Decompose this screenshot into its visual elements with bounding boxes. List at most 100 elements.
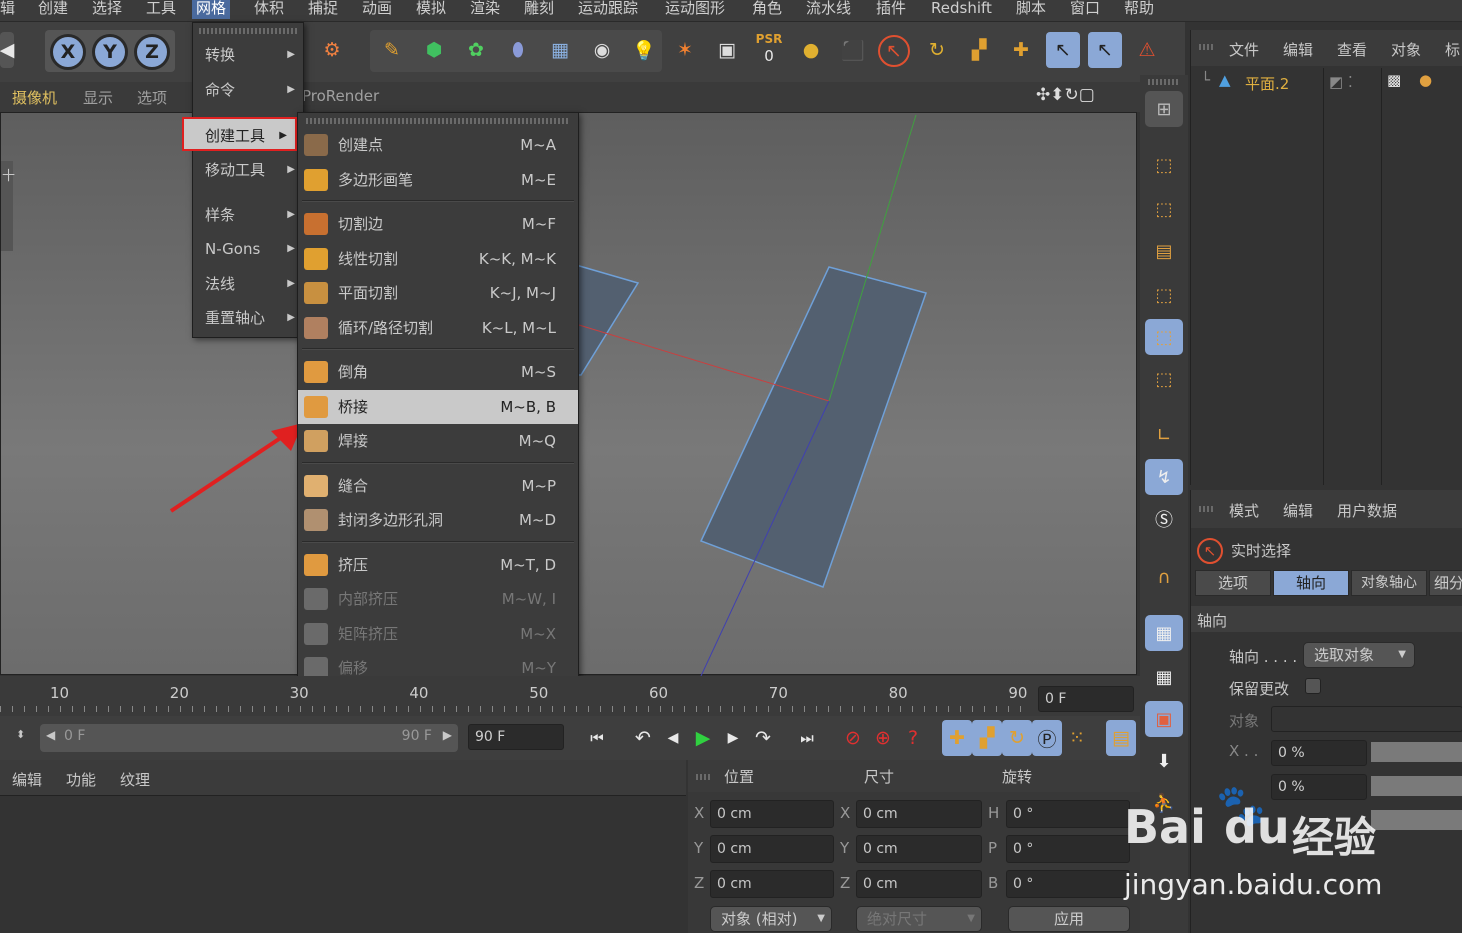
object-row[interactable]: └ ▲ 平面.2 ◩ ⁚ ▩ ● <box>1191 68 1462 98</box>
key-pla-icon[interactable]: ⁙ <box>1062 720 1092 756</box>
polygons-mode-icon[interactable]: ⬚ <box>1145 361 1183 397</box>
model-mode-icon[interactable]: ⬚ <box>1145 147 1183 183</box>
object-name[interactable]: 平面.2 <box>1245 73 1289 94</box>
om-menu-tags[interactable]: 标 <box>1445 39 1460 60</box>
deformer-icon[interactable]: ⬮ <box>501 32 535 68</box>
menu-select[interactable]: 选择 <box>92 0 122 19</box>
create-tool-0[interactable]: 创建点 M~A <box>298 128 578 162</box>
stepper-icon[interactable]: ⬍ <box>16 728 25 741</box>
tab-axis[interactable]: 轴向 <box>1273 570 1349 596</box>
create-tool-9[interactable]: 缝合 M~P <box>298 469 578 503</box>
menu-pipeline[interactable]: 流水线 <box>806 0 851 19</box>
figure-icon[interactable]: ⛹ <box>1145 785 1183 821</box>
render-settings-icon[interactable]: ⚙ <box>315 32 349 68</box>
om-menu-file[interactable]: 文件 <box>1229 39 1259 60</box>
timeline-window-icon[interactable]: ▣ <box>710 32 744 68</box>
mesh-menu-item-ngons[interactable]: N-Gons ▶ <box>193 232 303 266</box>
key-scale-icon[interactable]: ▞ <box>972 720 1002 756</box>
create-tool-7[interactable]: 桥接 M~B, B <box>298 389 578 424</box>
viewport-nav-icons[interactable]: ✣⬍↻▢ <box>1036 85 1095 105</box>
menu-animate[interactable]: 动画 <box>362 0 392 19</box>
tab-object-axis[interactable]: 对象轴心 <box>1351 570 1427 596</box>
solo-icon[interactable]: Ⓢ <box>1145 501 1183 537</box>
y-slider[interactable] <box>1371 776 1462 796</box>
attr-menu-edit[interactable]: 编辑 <box>1283 500 1313 521</box>
tag-icon[interactable]: ● <box>1419 71 1432 89</box>
key-position-icon[interactable]: ✚ <box>942 720 972 756</box>
key-rotation-icon[interactable]: ↻ <box>1002 720 1032 756</box>
rotation-field-2[interactable]: 0 ° <box>1006 870 1130 898</box>
z-axis-lock-icon[interactable]: Z <box>134 34 170 70</box>
create-tool-12[interactable]: 内部挤压 M~W, I <box>298 582 578 616</box>
viewport-menu-options[interactable]: 选项 <box>137 87 167 108</box>
live-select-icon[interactable]: ↖ <box>878 35 910 67</box>
tab-subdivision[interactable]: 细分 <box>1429 570 1462 596</box>
menu-snap[interactable]: 捕捉 <box>308 0 338 19</box>
menu-help[interactable]: 帮助 <box>1124 0 1154 19</box>
mesh-menu-item-move-tools[interactable]: 移动工具 ▶ <box>193 153 303 187</box>
rotation-field-1[interactable]: 0 ° <box>1006 835 1130 863</box>
mat-menu-texture[interactable]: 纹理 <box>120 769 150 790</box>
toolbar-collapse-icon[interactable]: ◀ <box>0 32 14 68</box>
mat-menu-function[interactable]: 功能 <box>66 769 96 790</box>
position-field-1[interactable]: 0 cm <box>710 835 834 863</box>
viewport-menu-display[interactable]: 显示 <box>83 87 113 108</box>
planar-workplane-icon[interactable]: ▦ <box>1145 659 1183 695</box>
mesh-menu-item-reset-axis[interactable]: 重置轴心 ▶ <box>193 301 303 335</box>
rotation-field-0[interactable]: 0 ° <box>1006 800 1130 828</box>
timeline-ruler[interactable]: 10 20 30 40 50 60 70 80 90 0 F <box>0 676 1140 716</box>
next-key-icon[interactable]: ↷ <box>748 720 778 756</box>
coord-size-dropdown[interactable]: 绝对尺寸 ▼ <box>856 906 982 932</box>
create-tool-3[interactable]: 线性切割 K~K, M~K <box>298 242 578 276</box>
menu-window[interactable]: 窗口 <box>1070 0 1100 19</box>
x-percent-field[interactable]: 0 % <box>1271 740 1367 766</box>
keyframe-selection-icon[interactable]: ? <box>898 720 928 756</box>
mesh-menu-item-convert[interactable]: 转换 ▶ <box>193 38 303 72</box>
menu-edit[interactable]: 辑 <box>0 0 15 19</box>
scale-icon[interactable]: ▞ <box>962 32 996 68</box>
coordinates-icon[interactable]: ● <box>794 32 828 68</box>
create-tool-13[interactable]: 矩阵挤压 M~X <box>298 617 578 651</box>
menu-simulate[interactable]: 模拟 <box>416 0 446 19</box>
create-tool-6[interactable]: 倒角 M~S <box>298 355 578 389</box>
move-icon[interactable]: ✚ <box>1004 32 1038 68</box>
current-frame-field[interactable]: 0 F <box>1038 686 1134 712</box>
x-axis-lock-icon[interactable]: X <box>50 34 86 70</box>
size-field-2[interactable]: 0 cm <box>856 870 982 898</box>
coord-mode-dropdown[interactable]: 对象 (相对) ▼ <box>710 906 832 932</box>
psr-reset-icon[interactable]: PSR 0 <box>752 30 786 66</box>
light-icon[interactable]: 💡 <box>627 32 661 68</box>
visibility-toggle-icon[interactable]: ◩ ⁚ <box>1329 73 1353 91</box>
material-tag-icon[interactable]: ▩ <box>1387 71 1401 89</box>
key-param-icon[interactable]: Ⓟ <box>1032 720 1062 756</box>
texture-mode-icon[interactable]: ⬚ <box>1145 191 1183 227</box>
create-tool-11[interactable]: 挤压 M~T, D <box>298 548 578 582</box>
create-tool-1[interactable]: 多边形画笔 M~E <box>298 163 578 197</box>
position-field-0[interactable]: 0 cm <box>710 800 834 828</box>
camera-icon[interactable]: ◉ <box>585 32 619 68</box>
viewport-menu-camera[interactable]: 摄像机 <box>12 87 57 108</box>
go-to-end-icon[interactable]: ⏭ <box>792 720 822 756</box>
om-menu-object[interactable]: 对象 <box>1391 39 1421 60</box>
edges-mode-icon[interactable]: ⬚ <box>1145 319 1183 355</box>
lock-workplane-icon[interactable]: ▦ <box>1145 615 1183 651</box>
create-tool-5[interactable]: 循环/路径切割 K~L, M~L <box>298 311 578 345</box>
record-icon[interactable]: ⊘ <box>838 720 868 756</box>
end-frame-field[interactable]: 90 F <box>468 724 564 750</box>
generator-icon[interactable]: ⬢ <box>417 32 451 68</box>
position-field-2[interactable]: 0 cm <box>710 870 834 898</box>
create-tool-10[interactable]: 封闭多边形孔洞 M~D <box>298 503 578 537</box>
render-view-icon[interactable]: ▣ <box>1145 701 1183 737</box>
pen-spline-icon[interactable]: ✎ <box>375 32 409 68</box>
om-menu-view[interactable]: 查看 <box>1337 39 1367 60</box>
download-icon[interactable]: ⬇ <box>1145 743 1183 779</box>
attr-menu-user-data[interactable]: 用户数据 <box>1337 500 1397 521</box>
mesh-menu-item-create-tools[interactable]: 创建工具 ▶ <box>182 117 297 151</box>
menu-redshift[interactable]: Redshift <box>931 0 992 19</box>
cube-icon[interactable]: ⬛ <box>836 32 870 68</box>
size-field-1[interactable]: 0 cm <box>856 835 982 863</box>
menu-sculpt[interactable]: 雕刻 <box>524 0 554 19</box>
cloner-icon[interactable]: ✿ <box>459 32 493 68</box>
object-link-field[interactable] <box>1271 706 1462 732</box>
om-menu-edit[interactable]: 编辑 <box>1283 39 1313 60</box>
